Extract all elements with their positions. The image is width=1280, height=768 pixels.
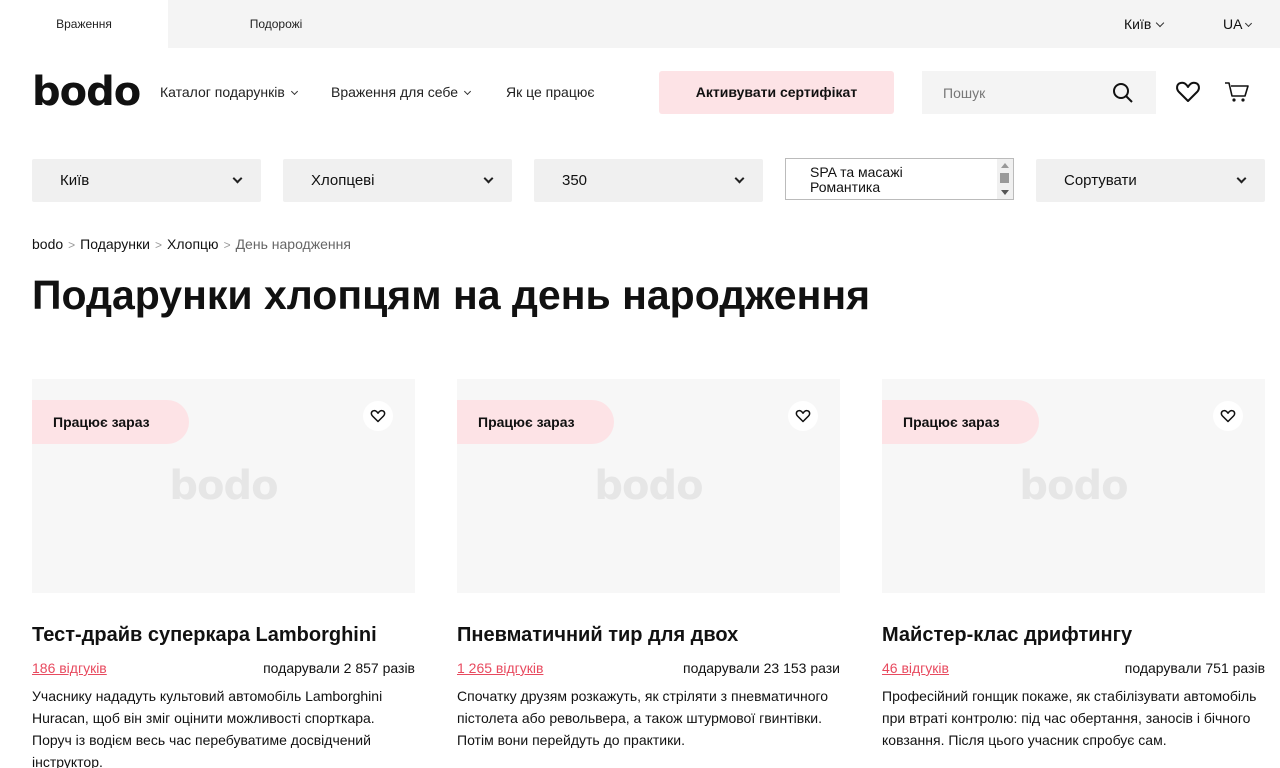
breadcrumb-link[interactable]: bodo [32, 236, 63, 252]
favorite-button[interactable] [1213, 401, 1243, 431]
sort-filter[interactable]: Сортувати [1036, 159, 1265, 202]
category-option[interactable]: SPA та масажі [786, 165, 1013, 180]
search-icon[interactable] [1112, 82, 1134, 104]
breadcrumb-link[interactable]: Подарунки [80, 236, 150, 252]
search-input[interactable] [922, 71, 1092, 114]
image-placeholder-logo: bodo [594, 463, 703, 509]
chevron-down-icon [1156, 18, 1165, 28]
scroll-down-icon[interactable] [1001, 190, 1009, 195]
status-badge: Працює зараз [32, 400, 189, 444]
chevron-down-icon [464, 87, 472, 96]
breadcrumb-separator-icon: > [223, 238, 231, 252]
image-placeholder-logo: bodo [169, 463, 278, 509]
city-filter[interactable]: Київ [32, 159, 261, 202]
gifted-count: подарували 23 153 рази [683, 660, 840, 676]
heart-icon [795, 409, 811, 423]
product-title[interactable]: Майстер-клас дрифтингу [882, 622, 1132, 648]
page-title: Подарунки хлопцям на день народження [32, 272, 871, 318]
search-box [922, 71, 1156, 114]
heart-icon[interactable] [1175, 79, 1201, 105]
chevron-down-icon [483, 173, 494, 184]
sort-filter-value: Сортувати [1064, 172, 1137, 189]
status-badge: Працює зараз [457, 400, 614, 444]
logo[interactable]: bodo [32, 70, 141, 114]
language-selector[interactable]: UA [1223, 0, 1253, 48]
tab-experiences[interactable]: Враження [0, 0, 168, 48]
chevron-down-icon [290, 87, 298, 96]
language-label: UA [1223, 16, 1243, 32]
image-placeholder-logo: bodo [1019, 463, 1128, 509]
status-badge: Працює зараз [882, 400, 1039, 444]
activate-certificate-button[interactable]: Активувати сертифікат [659, 71, 894, 114]
scrollbar[interactable] [997, 159, 1013, 199]
city-selector[interactable]: Київ [1124, 0, 1165, 48]
city-filter-value: Київ [60, 172, 90, 189]
heart-icon [370, 409, 386, 423]
breadcrumb-separator-icon: > [68, 238, 76, 252]
product-title[interactable]: Пневматичний тир для двох [457, 622, 738, 648]
recipient-filter[interactable]: Хлопцеві [283, 159, 512, 202]
favorite-button[interactable] [363, 401, 393, 431]
scroll-thumb[interactable] [1000, 173, 1009, 183]
product-title[interactable]: Тест-драйв суперкара Lamborghini [32, 622, 377, 648]
scroll-up-icon[interactable] [1001, 163, 1009, 168]
price-filter-value: 350 [562, 172, 588, 189]
product-description: Професійний гонщик покаже, як стабілізув… [882, 688, 1257, 748]
tab-travel[interactable]: Подорожі [168, 0, 384, 48]
reviews-link[interactable]: 46 відгуків [882, 659, 949, 677]
product-description: Учаснику нададуть культовий автомобіль L… [32, 688, 383, 768]
nav-label: Як це працює [506, 84, 595, 100]
category-multiselect[interactable]: SPA та масажі Романтика [785, 158, 1014, 200]
chevron-down-icon [1236, 173, 1247, 184]
city-label: Київ [1124, 16, 1152, 32]
heart-icon [1220, 409, 1236, 423]
breadcrumb-separator-icon: > [154, 238, 162, 252]
chevron-down-icon [1245, 19, 1253, 28]
gifted-count: подарували 751 разів [1124, 660, 1265, 676]
category-option[interactable]: Романтика [786, 180, 1013, 195]
price-filter[interactable]: 350 [534, 159, 763, 202]
recipient-filter-value: Хлопцеві [311, 172, 375, 189]
gifted-count: подарували 2 857 разів [263, 660, 415, 676]
top-bar: Враження Подорожі Київ UA [0, 0, 1280, 48]
nav-label: Каталог подарунків [160, 84, 285, 100]
breadcrumb-link[interactable]: Хлопцю [167, 236, 219, 252]
nav-how-it-works[interactable]: Як це працює [506, 82, 594, 102]
nav-experiences-for-self[interactable]: Враження для себе [331, 82, 472, 102]
breadcrumb: bodo > Подарунки > Хлопцю > День народження [32, 235, 351, 254]
reviews-link[interactable]: 1 265 відгуків [457, 659, 543, 677]
chevron-down-icon [232, 173, 243, 184]
chevron-down-icon [734, 173, 745, 184]
nav-label: Враження для себе [331, 84, 459, 100]
favorite-button[interactable] [788, 401, 818, 431]
product-description: Спочатку друзям розкажуть, як стріляти з… [457, 688, 829, 748]
nav-gift-catalog[interactable]: Каталог подарунків [160, 82, 298, 102]
reviews-link[interactable]: 186 відгуків [32, 659, 107, 677]
breadcrumb-current: День народження [235, 236, 351, 252]
cart-icon[interactable] [1224, 79, 1250, 105]
